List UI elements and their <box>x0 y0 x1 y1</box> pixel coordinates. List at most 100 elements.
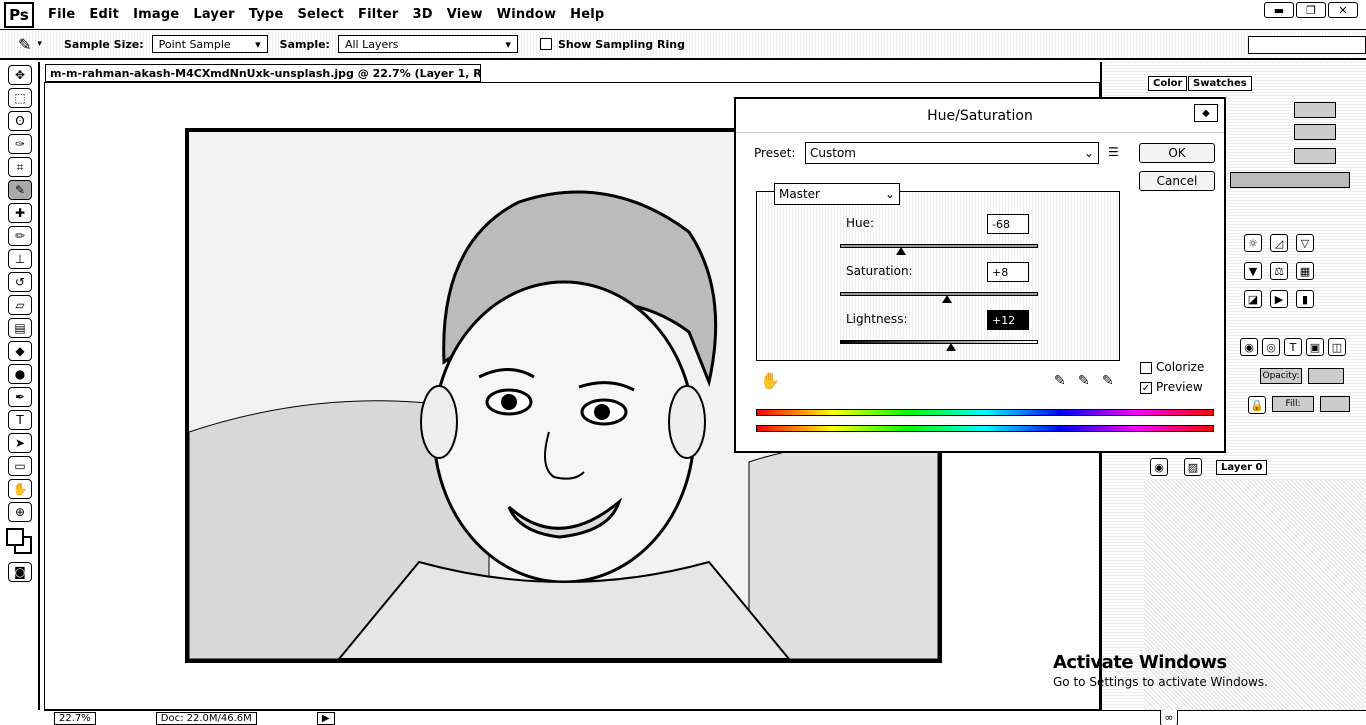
tools-panel: ✥ ⬚ ʘ ✑ ⌗ ✎ ✚ ✏ ⊥ ↺ ▱ ▤ ◆ ● ✒ T ➤ ▭ ✋ ⊕ … <box>0 62 40 710</box>
filter-kind-icon[interactable]: ◉ <box>1240 338 1258 356</box>
show-sampling-ring-checkbox[interactable] <box>539 38 552 50</box>
menu-window[interactable]: Window <box>497 7 557 22</box>
move-tool-icon[interactable]: ✥ <box>8 65 32 85</box>
layer-name[interactable]: Layer 0 <box>1216 460 1268 475</box>
saturation-value-field[interactable]: +8 <box>987 262 1029 282</box>
tab-color[interactable]: Color <box>1148 76 1188 91</box>
document-info[interactable]: Doc: 22.0M/46.6M <box>155 711 257 725</box>
hue-label: Hue: <box>846 216 875 230</box>
eyedropper-tool-icon[interactable]: ✎ <box>8 180 32 200</box>
selective-color-icon[interactable]: ▶ <box>1270 290 1288 308</box>
menu-layer[interactable]: Layer <box>193 7 234 22</box>
dialog-close-button[interactable]: ◆ <box>1194 104 1218 122</box>
pen-tool-icon[interactable]: ✒ <box>8 387 32 407</box>
fill-field[interactable] <box>1320 396 1350 412</box>
quick-select-tool-icon[interactable]: ✑ <box>8 134 32 154</box>
preview-checkbox[interactable]: ✓ <box>1140 382 1152 394</box>
document-tab[interactable]: m-m-rahman-akash-M4CXmdNnUxk-unsplash.jp… <box>45 64 481 82</box>
link-layers-icon[interactable]: ∞ <box>1160 708 1178 725</box>
quick-mask-icon[interactable]: ◙ <box>8 562 32 582</box>
hue-value-field[interactable]: -68 <box>987 214 1029 234</box>
hand-tool-icon[interactable]: ✋ <box>8 479 32 499</box>
menu-image[interactable]: Image <box>133 7 179 22</box>
sample-size-label: Sample Size: <box>63 37 144 51</box>
tab-swatches[interactable]: Swatches <box>1188 76 1252 91</box>
eyedropper-icon[interactable]: ✎ <box>18 35 31 54</box>
menu-3d[interactable]: 3D <box>412 7 432 22</box>
menu-view[interactable]: View <box>447 7 483 22</box>
filter-smart-icon[interactable]: ◫ <box>1328 338 1346 356</box>
ok-button[interactable]: OK <box>1139 143 1215 163</box>
lock-icon[interactable]: 🔒 <box>1248 396 1266 414</box>
filter-type-icon[interactable]: T <box>1284 338 1302 356</box>
targeted-adjustment-hand-icon[interactable]: ✋ <box>760 371 780 390</box>
menu-help[interactable]: Help <box>570 7 604 22</box>
filter-shape-icon[interactable]: ▣ <box>1306 338 1324 356</box>
curves-icon[interactable]: ◿ <box>1270 234 1288 252</box>
saturation-slider-thumb[interactable] <box>941 295 952 303</box>
layer-thumbnail[interactable]: ▨ <box>1184 458 1202 476</box>
sample-size-select[interactable]: Point Sample ▾ <box>151 35 268 53</box>
status-menu-arrow-icon[interactable]: ▶ <box>316 711 335 725</box>
filter-adjust-icon[interactable]: ◎ <box>1262 338 1280 356</box>
menu-edit[interactable]: Edit <box>89 7 119 22</box>
history-brush-tool-icon[interactable]: ↺ <box>8 272 32 292</box>
healing-brush-tool-icon[interactable]: ✚ <box>8 203 32 223</box>
lightness-slider-thumb[interactable] <box>945 343 956 351</box>
hue-slider-thumb[interactable] <box>896 247 907 255</box>
menu-select[interactable]: Select <box>297 7 344 22</box>
hue-slider[interactable] <box>840 244 1038 248</box>
sample-select[interactable]: All Layers ▾ <box>337 35 518 53</box>
path-selection-tool-icon[interactable]: ➤ <box>8 433 32 453</box>
color-slider-g[interactable] <box>1294 124 1336 140</box>
saturation-slider[interactable] <box>840 292 1038 296</box>
lightness-slider[interactable] <box>840 340 1038 344</box>
marquee-tool-icon[interactable]: ⬚ <box>8 88 32 108</box>
gradient-tool-icon[interactable]: ▤ <box>8 318 32 338</box>
gradient-map-icon[interactable]: ◪ <box>1244 290 1262 308</box>
grid-icon[interactable]: ▦ <box>1296 262 1314 280</box>
brightness-icon[interactable]: ☼ <box>1244 234 1262 252</box>
close-window-button[interactable]: ✕ <box>1328 2 1358 18</box>
workspace-switcher[interactable] <box>1248 36 1366 54</box>
cancel-button[interactable]: Cancel <box>1139 171 1215 191</box>
color-slider-r[interactable] <box>1294 102 1336 118</box>
lightness-value-field[interactable]: +12 <box>987 310 1029 330</box>
blur-tool-icon[interactable]: ◆ <box>8 341 32 361</box>
color-slider-b[interactable] <box>1294 148 1336 164</box>
watermark-title: Activate Windows <box>1053 652 1227 673</box>
crop-tool-icon[interactable]: ⌗ <box>8 157 32 177</box>
eyedropper-icon[interactable]: ✎ <box>1054 373 1066 389</box>
eraser-tool-icon[interactable]: ▱ <box>8 295 32 315</box>
menu-filter[interactable]: Filter <box>358 7 398 22</box>
tool-preset-arrow-icon[interactable]: ▾ <box>37 39 42 49</box>
color-balance-icon[interactable]: ⚖ <box>1270 262 1288 280</box>
minimize-button[interactable]: ▬ <box>1264 2 1294 18</box>
restore-button[interactable]: ❐ <box>1296 2 1326 18</box>
zoom-tool-icon[interactable]: ⊕ <box>8 502 32 522</box>
threshold-icon[interactable]: ▮ <box>1296 290 1314 308</box>
lasso-tool-icon[interactable]: ʘ <box>8 111 32 131</box>
add-to-sample-eyedropper-icon[interactable]: ✎ <box>1078 373 1090 389</box>
brush-tool-icon[interactable]: ✏ <box>8 226 32 246</box>
dodge-tool-icon[interactable]: ● <box>8 364 32 384</box>
clone-stamp-tool-icon[interactable]: ⊥ <box>8 249 32 269</box>
foreground-background-colors[interactable] <box>6 528 34 556</box>
menu-type[interactable]: Type <box>249 7 284 22</box>
preset-select[interactable]: Custom ⌄ <box>805 142 1099 164</box>
menu-file[interactable]: File <box>48 7 75 22</box>
shape-tool-icon[interactable]: ▭ <box>8 456 32 476</box>
zoom-level[interactable]: 22.7% <box>54 711 96 725</box>
subtract-from-sample-eyedropper-icon[interactable]: ✎ <box>1102 373 1114 389</box>
opacity-field[interactable] <box>1308 368 1344 384</box>
levels-icon[interactable]: ▽ <box>1296 234 1314 252</box>
colorize-checkbox[interactable] <box>1140 362 1152 374</box>
output-color-bar <box>756 425 1214 432</box>
channel-select[interactable]: Master ⌄ <box>774 183 900 205</box>
preset-options-icon[interactable]: ☰ <box>1108 145 1119 159</box>
color-ramp[interactable] <box>1230 172 1350 188</box>
vibrance-icon[interactable]: ▼ <box>1244 262 1262 280</box>
type-tool-icon[interactable]: T <box>8 410 32 430</box>
fill-label: Fill: <box>1272 396 1314 412</box>
visibility-eye-icon[interactable]: ◉ <box>1150 458 1168 476</box>
